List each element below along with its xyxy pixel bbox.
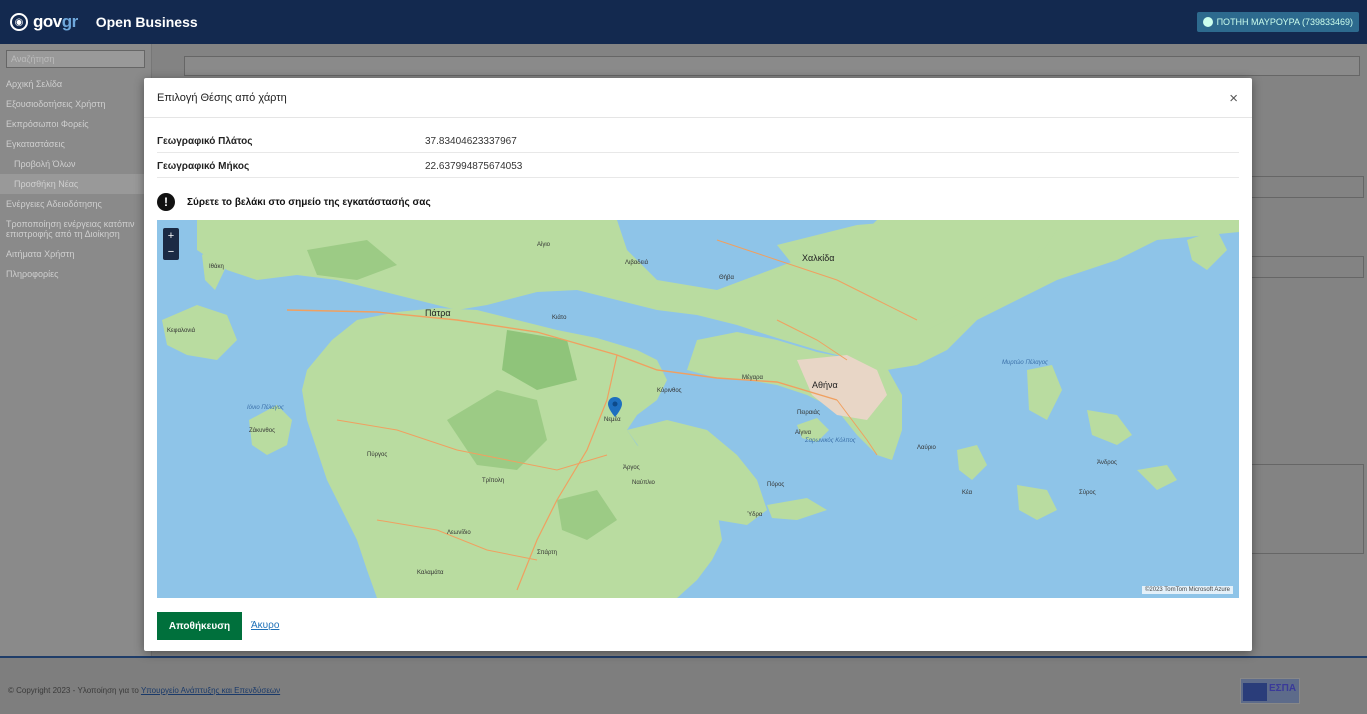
map-terrain: [162, 220, 1239, 598]
zoom-control: + −: [163, 228, 179, 260]
map-label-aigina: Αίγινα: [795, 430, 812, 436]
map-label-peiraias: Πειραιάς: [797, 410, 820, 416]
modal-header: Επιλογή Θέσης από χάρτη ×: [144, 78, 1252, 118]
zoom-out-button[interactable]: −: [163, 244, 179, 260]
latitude-value: 37.83404623337967: [425, 136, 517, 147]
map-label-tripoli: Τρίπολη: [482, 478, 505, 484]
map-label-myrtoo: Μυρτώο Πέλαγος: [1002, 360, 1048, 366]
map-label-pyrgos: Πύργος: [367, 452, 388, 458]
exclamation-icon: !: [157, 193, 175, 211]
map-label-chalkida: Χαλκίδα: [802, 253, 835, 263]
notice-text: Σύρετε το βελάκι στο σημείο της εγκατάστ…: [187, 196, 431, 208]
modal-title: Επιλογή Θέσης από χάρτη: [157, 92, 287, 104]
latitude-row: Γεωγραφικό Πλάτος 37.83404623337967: [157, 131, 1239, 153]
map-label-lavrio: Λαύριο: [917, 445, 936, 451]
longitude-label: Γεωγραφικό Μήκος: [157, 161, 250, 172]
cancel-link[interactable]: Άκυρο: [251, 620, 279, 631]
map-label-ithaki: Ιθάκη: [209, 264, 224, 270]
map-label-zakynthos: Ζάκυνθος: [249, 428, 275, 434]
map-attribution: ©2023 TomTom Microsoft Azure: [1141, 586, 1233, 594]
map-label-livadeia: Λιβαδειά: [625, 260, 649, 266]
map-label-kefalonia: Κεφαλονιά: [167, 328, 196, 334]
map-label-poros: Πόρος: [767, 482, 785, 488]
map-label-sparti: Σπάρτη: [537, 550, 557, 556]
zoom-in-button[interactable]: +: [163, 228, 179, 244]
map-label-athina: Αθήνα: [812, 380, 838, 390]
modal-footer: Αποθήκευση Άκυρο: [144, 606, 1252, 651]
map-label-kiato: Κιάτο: [552, 315, 567, 321]
map-label-syros: Σύρος: [1079, 490, 1096, 496]
map-label-nafplio: Ναύπλιο: [632, 480, 655, 486]
map-label-thiva: Θήβα: [719, 275, 734, 281]
map-label-patra: Πάτρα: [425, 308, 451, 318]
map-label-ydra: Ύδρα: [747, 512, 763, 518]
map-label-aigio: Αίγιο: [537, 242, 551, 248]
map-label-saronikos: Σαρωνικός Κόλπος: [805, 438, 856, 444]
map-label-megara: Μέγαρα: [742, 375, 764, 381]
map-location-modal: Επιλογή Θέσης από χάρτη × Γεωγραφικό Πλά…: [144, 78, 1252, 651]
map-label-kea: Κέα: [962, 490, 973, 496]
map-label-ionio: Ιόνιο Πέλαγος: [247, 405, 284, 411]
map-view[interactable]: + − Αθήνα Πάτρα Χαλκίδα Κόρινθος Τρίπολη…: [157, 220, 1239, 598]
latitude-label: Γεωγραφικό Πλάτος: [157, 136, 253, 147]
drag-notice: ! Σύρετε το βελάκι στο σημείο της εγκατά…: [157, 191, 431, 213]
longitude-value: 22.637994875674053: [425, 161, 523, 172]
pin-label: Νεμέα: [604, 417, 621, 423]
map-label-korinthos: Κόρινθος: [657, 388, 682, 394]
close-icon[interactable]: ×: [1229, 90, 1238, 107]
map-label-argos: Άργος: [623, 465, 640, 471]
map-label-leonidio: Λεωνίδιο: [447, 530, 471, 536]
map-label-andros: Άνδρος: [1097, 460, 1117, 466]
map-label-kalamata: Καλαμάτα: [417, 570, 444, 576]
longitude-row: Γεωγραφικό Μήκος 22.637994875674053: [157, 156, 1239, 178]
save-button[interactable]: Αποθήκευση: [157, 612, 242, 640]
